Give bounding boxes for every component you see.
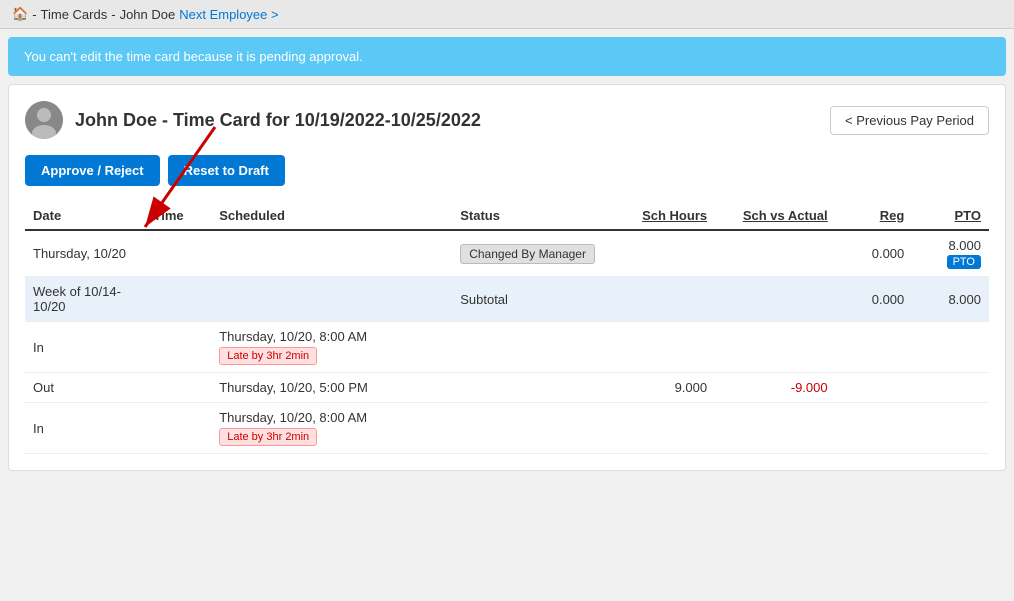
row-sch-vs-actual: -9.000 [715, 373, 836, 403]
late-badge: Late by 3hr 2min [219, 347, 317, 365]
row-scheduled: Thursday, 10/20, 5:00 PM [211, 373, 452, 403]
subtotal-empty-1 [146, 277, 212, 322]
row-reg [836, 322, 913, 373]
time-card-table: Date Time Scheduled Status Sch Hours Sch… [25, 202, 989, 454]
table-row: In Thursday, 10/20, 8:00 AM Late by 3hr … [25, 322, 989, 373]
card-header: John Doe - Time Card for 10/19/2022-10/2… [25, 101, 989, 139]
avatar [25, 101, 63, 139]
col-sch-vs-actual: Sch vs Actual [715, 202, 836, 230]
row-date: Thursday, 10/20 [25, 230, 146, 277]
row-time [146, 373, 212, 403]
row-sch-vs-actual [715, 322, 836, 373]
row-sch-vs-actual [715, 230, 836, 277]
row-pto [912, 322, 989, 373]
subtotal-empty-2 [211, 277, 452, 322]
late-badge: Late by 3hr 2min [219, 428, 317, 446]
action-buttons: Approve / Reject Reset to Draft [25, 155, 989, 186]
row-status [452, 403, 627, 454]
row-sch-hours: 9.000 [627, 373, 715, 403]
subtotal-row: Week of 10/14-10/20 Subtotal 0.000 8.000 [25, 277, 989, 322]
row-status [452, 322, 627, 373]
row-scheduled: Thursday, 10/20, 8:00 AM Late by 3hr 2mi… [211, 403, 452, 454]
subtotal-reg: 0.000 [836, 277, 913, 322]
subtotal-pto: 8.000 [912, 277, 989, 322]
subtotal-status: Subtotal [452, 277, 627, 322]
row-reg [836, 403, 913, 454]
subtotal-sch-vs-actual [715, 277, 836, 322]
row-direction: Out [25, 373, 146, 403]
col-sch-hours: Sch Hours [627, 202, 715, 230]
pto-badge: PTO [947, 255, 981, 269]
next-employee-link[interactable]: Next Employee > [179, 7, 278, 22]
table-wrapper: Date Time Scheduled Status Sch Hours Sch… [25, 202, 989, 454]
main-card: John Doe - Time Card for 10/19/2022-10/2… [8, 84, 1006, 471]
alert-bar: You can't edit the time card because it … [8, 37, 1006, 76]
col-pto: PTO [912, 202, 989, 230]
col-date: Date [25, 202, 146, 230]
table-header-row: Date Time Scheduled Status Sch Hours Sch… [25, 202, 989, 230]
subtotal-sch-hours [627, 277, 715, 322]
card-title: John Doe - Time Card for 10/19/2022-10/2… [75, 110, 818, 131]
subtotal-label: Week of 10/14-10/20 [25, 277, 146, 322]
breadcrumb-separator: - [32, 7, 36, 22]
row-sch-hours [627, 322, 715, 373]
table-row: In Thursday, 10/20, 8:00 AM Late by 3hr … [25, 403, 989, 454]
row-sch-vs-actual [715, 403, 836, 454]
row-reg: 0.000 [836, 230, 913, 277]
row-status [452, 373, 627, 403]
breadcrumb-section: Time Cards [41, 7, 108, 22]
row-direction: In [25, 403, 146, 454]
row-time [146, 230, 212, 277]
table-row: Thursday, 10/20 Changed By Manager 0.000… [25, 230, 989, 277]
approve-reject-button[interactable]: Approve / Reject [25, 155, 160, 186]
row-scheduled [211, 230, 452, 277]
row-pto: 8.000 PTO [912, 230, 989, 277]
row-sch-hours [627, 403, 715, 454]
row-pto [912, 373, 989, 403]
reset-draft-button[interactable]: Reset to Draft [168, 155, 285, 186]
row-status: Changed By Manager [452, 230, 627, 277]
status-badge: Changed By Manager [460, 244, 595, 264]
alert-message: You can't edit the time card because it … [24, 49, 363, 64]
row-sch-hours [627, 230, 715, 277]
row-pto [912, 403, 989, 454]
row-scheduled: Thursday, 10/20, 8:00 AM Late by 3hr 2mi… [211, 322, 452, 373]
row-direction: In [25, 322, 146, 373]
col-scheduled: Scheduled [211, 202, 452, 230]
table-row: Out Thursday, 10/20, 5:00 PM 9.000 -9.00… [25, 373, 989, 403]
home-icon[interactable]: 🏠 [12, 6, 28, 22]
row-time [146, 403, 212, 454]
col-time: Time [146, 202, 212, 230]
breadcrumb-dash: - [111, 7, 115, 22]
breadcrumb-employee: John Doe [120, 7, 176, 22]
prev-period-button[interactable]: < Previous Pay Period [830, 106, 989, 135]
col-status: Status [452, 202, 627, 230]
row-time [146, 322, 212, 373]
row-reg [836, 373, 913, 403]
col-reg: Reg [836, 202, 913, 230]
top-bar: 🏠 - Time Cards - John Doe Next Employee … [0, 0, 1014, 29]
